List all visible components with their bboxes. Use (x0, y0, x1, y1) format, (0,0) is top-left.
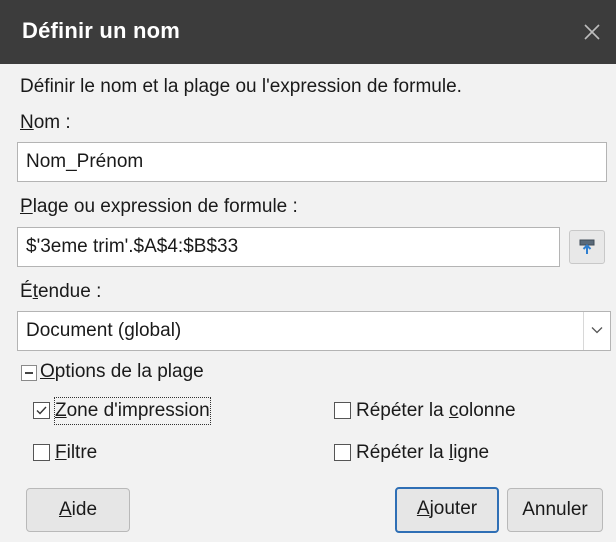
repeat-row-checkbox-box[interactable] (334, 444, 351, 461)
checkmark-icon (36, 406, 47, 415)
add-button-rest: jouter (429, 498, 478, 519)
dialog-title: Définir un nom (22, 18, 181, 43)
print-range-checkbox-label: Zone d'impression (54, 397, 211, 425)
define-name-dialog: Définir un nom Définir le nom et la plag… (0, 0, 616, 542)
filter-accel: F (55, 442, 67, 463)
filter-checkbox-label: Filtre (55, 440, 97, 466)
scope-label-rest: endue : (37, 281, 102, 302)
range-label: Plage ou expression de formule : (20, 196, 298, 218)
name-label-rest: om : (33, 112, 71, 133)
scope-selected-value: Document (global) (26, 320, 182, 341)
help-button[interactable]: Aide (26, 488, 130, 532)
repeat-row-prefix: Répéter la (356, 442, 449, 463)
chevron-down-icon (591, 327, 603, 334)
name-input[interactable]: Nom_Prénom (17, 142, 607, 182)
filter-rest: iltre (66, 442, 98, 463)
add-button-accel: A (416, 498, 430, 519)
cancel-button[interactable]: Annuler (507, 488, 603, 532)
range-options-accel: O (40, 361, 55, 382)
shrink-range-button[interactable] (569, 230, 605, 264)
filter-checkbox-box[interactable] (33, 444, 50, 461)
repeat-column-checkbox[interactable]: Répéter la colonne (334, 398, 564, 424)
range-options-header: Options de la plage (40, 361, 204, 383)
add-button[interactable]: Ajouter (395, 487, 499, 533)
repeat-column-checkbox-label: Répéter la colonne (356, 398, 516, 424)
name-label-accel: N (20, 112, 34, 133)
filter-checkbox[interactable]: Filtre (33, 440, 153, 466)
repeat-row-checkbox[interactable]: Répéter la ligne (334, 440, 534, 466)
print-range-checkbox[interactable]: Zone d'impression (33, 397, 251, 425)
title-bar: Définir un nom (0, 0, 616, 64)
scope-select[interactable]: Document (global) (17, 311, 611, 351)
name-label: Nom : (20, 112, 71, 134)
scope-label-prefix: É (20, 281, 33, 302)
repeat-row-checkbox-label: Répéter la ligne (356, 440, 489, 466)
help-button-accel: A (58, 499, 72, 520)
repeat-column-rest: olonne (458, 400, 516, 421)
print-range-checkbox-box[interactable] (33, 402, 50, 419)
range-label-rest: lage ou expression de formule : (32, 196, 298, 217)
close-button[interactable] (576, 16, 608, 48)
repeat-column-checkbox-box[interactable] (334, 402, 351, 419)
scope-label: Étendue : (20, 281, 101, 303)
range-expression-input[interactable]: $'3eme trim'.$A$4:$B$33 (17, 227, 560, 267)
repeat-column-prefix: Répéter la (356, 400, 449, 421)
scope-dropdown-button[interactable] (583, 312, 610, 350)
range-options-rest: ptions de la plage (54, 361, 204, 382)
print-range-accel: Z (55, 400, 67, 421)
range-label-accel: P (20, 196, 33, 217)
close-icon (584, 24, 600, 40)
range-options-expander[interactable] (21, 365, 37, 381)
help-button-rest: ide (71, 499, 98, 520)
shrink-icon (579, 239, 595, 254)
repeat-row-rest: igne (453, 442, 490, 463)
dialog-description: Définir le nom et la plage ou l'expressi… (20, 76, 462, 97)
print-range-rest: one d'impression (66, 400, 210, 421)
